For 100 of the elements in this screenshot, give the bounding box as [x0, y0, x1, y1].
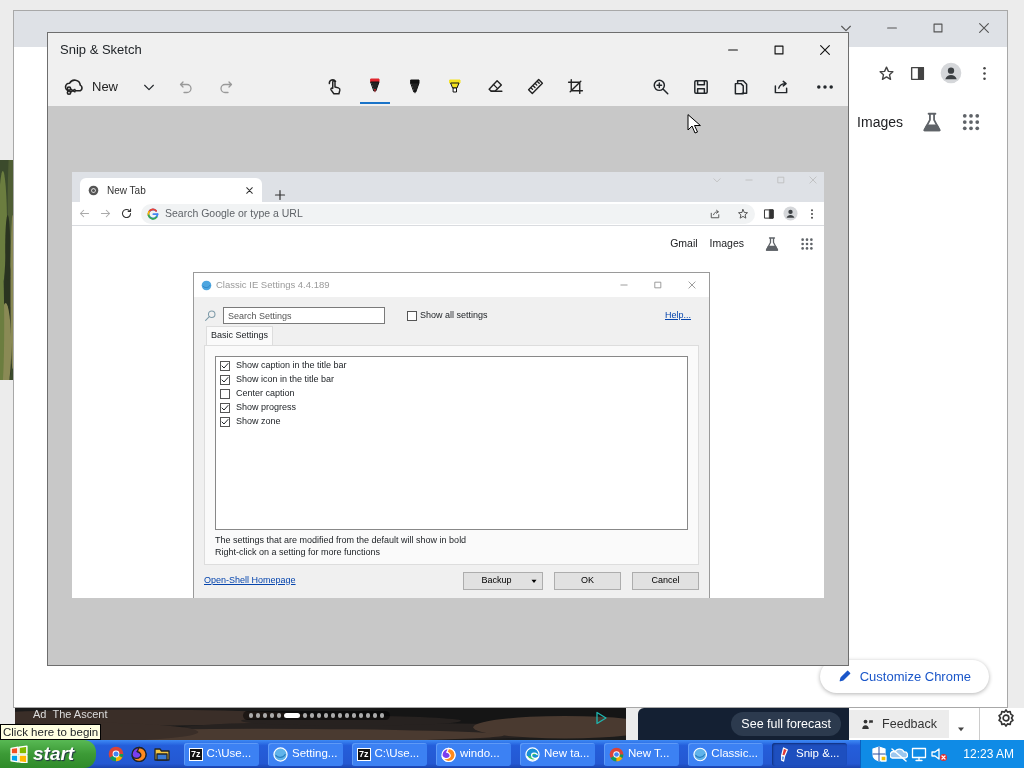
firefox-icon[interactable] [131, 746, 147, 762]
checkbox[interactable] [220, 374, 230, 385]
setting-label: Show progress [236, 400, 297, 414]
mail-link[interactable]: Gmail [670, 236, 698, 252]
archive-icon: 7z [357, 747, 371, 761]
close-icon[interactable] [245, 185, 254, 195]
hint-text: Right-click on a setting for more functions [215, 545, 382, 558]
folder-icon[interactable] [154, 746, 170, 762]
plus-icon[interactable] [274, 188, 286, 201]
checkbox[interactable] [407, 310, 417, 321]
dialog-button[interactable]: OK [554, 571, 621, 590]
pencil-icon [837, 669, 852, 684]
chrome-icon [88, 184, 99, 196]
copy-icon[interactable] [732, 77, 750, 96]
taskbar-button[interactable]: windo... [436, 742, 511, 766]
maximize-icon [776, 175, 786, 185]
chrome-icon [609, 746, 624, 762]
address-bar[interactable]: Search Google or type a URL [141, 203, 755, 224]
pen-icon [367, 76, 383, 95]
close-icon[interactable] [818, 43, 832, 57]
help-link[interactable]: Help... [665, 308, 691, 323]
chevron-down-icon [712, 175, 722, 185]
flask-icon[interactable] [921, 111, 943, 133]
apps-icon[interactable] [800, 237, 814, 251]
settings-tab[interactable]: Basic Settings [206, 326, 274, 345]
save-icon[interactable] [692, 77, 710, 96]
windows-logo [10, 745, 28, 763]
start-button[interactable]: start [0, 740, 96, 768]
app-icon [693, 746, 708, 762]
customize-chrome-button[interactable]: Customize Chrome [819, 659, 989, 693]
google-logo [147, 207, 159, 220]
forecast-button[interactable]: See full forecast [731, 711, 841, 737]
dialog-title: Classic IE Settings 4.4.189 [216, 277, 331, 292]
tab-title: New Tab [107, 183, 147, 198]
close-icon [808, 175, 818, 185]
checkbox[interactable] [220, 416, 230, 427]
speaker-muted-icon [930, 746, 949, 762]
maximize-icon[interactable] [931, 21, 945, 35]
chrome-icon [108, 746, 124, 762]
taskbar-button[interactable]: Setting... [268, 742, 343, 766]
side-panel-icon[interactable] [763, 207, 775, 220]
checkbox-label: Show all settings [420, 308, 488, 322]
taskbar-button[interactable]: New ta... [520, 742, 595, 766]
zoom-in-icon[interactable] [652, 77, 670, 96]
pen-icon [407, 77, 423, 96]
play-icon [593, 710, 609, 726]
taskbar-button[interactable]: 7z C:\Use... [352, 742, 427, 766]
flask-icon[interactable] [764, 236, 780, 252]
ad-label: Ad [33, 708, 47, 721]
setting-label: Show caption in the title bar [236, 358, 347, 372]
ruler-icon [526, 78, 544, 95]
archive-icon: 7z [189, 747, 203, 761]
feedback-icon [861, 717, 875, 731]
new-snip-button[interactable]: New [60, 69, 122, 104]
taskbar-button[interactable]: New T... [604, 742, 679, 766]
backup-button[interactable]: Backup [463, 571, 543, 590]
scissors-cloud-icon [64, 76, 84, 97]
setting-label: Show zone [236, 414, 281, 428]
crop-icon [566, 78, 584, 95]
app-icon [273, 746, 288, 762]
checkbox[interactable] [220, 360, 230, 371]
checkbox[interactable] [220, 402, 230, 413]
setting-label: Show icon in the title bar [236, 372, 335, 386]
gear-icon[interactable] [996, 708, 1016, 728]
app-icon [201, 279, 212, 291]
homepage-link[interactable]: Open-Shell Homepage [204, 573, 452, 588]
checkbox[interactable] [220, 388, 230, 399]
reload-icon[interactable] [120, 207, 133, 220]
display-icon [911, 746, 928, 762]
side-panel-icon[interactable] [909, 64, 926, 82]
cursor-icon [687, 114, 701, 134]
share-icon [709, 207, 721, 220]
dialog-button[interactable]: Cancel [632, 571, 699, 590]
tooltip: Click here to begin [0, 724, 102, 740]
highlighter-icon [447, 77, 463, 96]
shield-icon [871, 746, 888, 762]
window-title: Snip & Sketch [60, 41, 143, 60]
star-icon[interactable] [878, 64, 895, 82]
maximize-icon[interactable] [772, 43, 786, 57]
firefox-icon [441, 746, 456, 762]
search-icon [204, 309, 217, 322]
profile-icon[interactable] [783, 206, 798, 221]
hint-text: The settings that are modified from the default will show in bold [215, 533, 468, 546]
clock: 12:23 AM [963, 746, 1014, 763]
ad-title: The Ascent [52, 708, 108, 721]
profile-icon[interactable] [940, 62, 962, 84]
placeholder-text: Search Google or type a URL [165, 206, 303, 219]
network-off-icon [890, 746, 909, 762]
taskbar-button[interactable]: Snip &... [772, 742, 847, 766]
apps-icon[interactable] [961, 112, 981, 132]
star-icon [737, 207, 749, 220]
setting-label: Center caption [236, 386, 295, 400]
feedback-button[interactable]: Feedback [849, 710, 949, 738]
images-link[interactable]: Images [857, 111, 903, 133]
edge-icon [525, 746, 540, 762]
taskbar-button[interactable]: Classic... [688, 742, 763, 766]
search-field[interactable]: Search Settings [223, 307, 385, 324]
images-link[interactable]: Images [709, 236, 744, 252]
eraser-icon [486, 78, 504, 95]
taskbar-button[interactable]: 7z C:\Use... [184, 742, 259, 766]
